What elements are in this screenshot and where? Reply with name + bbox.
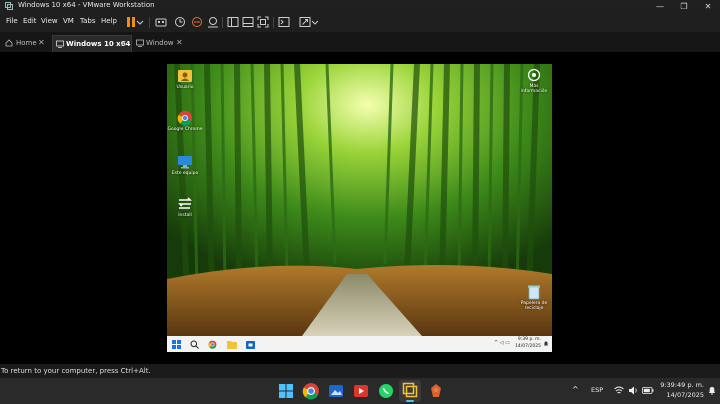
media-player-icon[interactable]: [352, 382, 370, 400]
vmware-taskbar-active[interactable]: [399, 380, 421, 402]
wifi-icon[interactable]: [614, 386, 624, 395]
console-view-icon[interactable]: [278, 16, 290, 28]
show-library-icon[interactable]: [227, 16, 239, 28]
chevron-down-icon[interactable]: [136, 16, 144, 28]
vm-icon: [136, 39, 144, 47]
start-icon[interactable]: [172, 340, 181, 349]
minimize-button[interactable]: —: [648, 0, 672, 13]
guest-tray-icons[interactable]: ^ ◁ ▭: [494, 340, 510, 346]
battery-icon[interactable]: [642, 386, 654, 395]
snapshot-icon[interactable]: [174, 16, 186, 28]
file-explorer-icon[interactable]: [227, 340, 237, 349]
vmware-icon: [402, 382, 418, 398]
status-bar: To return to your computer, press Ctrl+A…: [0, 364, 720, 378]
tab-window[interactable]: Window ✕: [134, 35, 186, 51]
window-title-bar: Windows 10 x64 - VMware Workstation — ❐ …: [0, 0, 720, 13]
install-icon: [178, 197, 192, 209]
whatsapp-icon[interactable]: [377, 382, 395, 400]
vmware-app-icon: [5, 2, 13, 10]
close-tab-icon[interactable]: ✕: [38, 35, 45, 51]
tab-windows-10-x64[interactable]: Windows 10 x64 ✕: [52, 35, 132, 52]
close-button[interactable]: ✕: [696, 0, 720, 13]
computer-icon: [178, 156, 192, 169]
guest-clock-date[interactable]: 14/07/2025: [515, 344, 541, 349]
search-icon[interactable]: [190, 340, 199, 349]
host-clock-date[interactable]: 14/07/2025: [658, 391, 704, 399]
thumbnail-bar-icon[interactable]: [242, 16, 254, 28]
tab-home[interactable]: Home ✕: [3, 35, 49, 51]
menu-file[interactable]: File: [6, 17, 18, 25]
host-taskbar: ^ ESP 9:39:49 p. m. 14/07/2025: [0, 378, 720, 404]
close-tab-icon[interactable]: ✕: [176, 35, 183, 51]
volume-icon[interactable]: [628, 386, 638, 395]
app-icon[interactable]: [427, 382, 445, 400]
chrome-icon[interactable]: [208, 340, 217, 349]
chevron-down-icon[interactable]: [311, 16, 319, 28]
vm-icon: [56, 40, 64, 48]
start-icon[interactable]: [277, 382, 295, 400]
revert-snapshot-icon[interactable]: [191, 16, 203, 28]
window-title: Windows 10 x64 - VMware Workstation: [18, 1, 155, 9]
chevron-up-icon[interactable]: ^: [572, 385, 579, 394]
maximize-button[interactable]: ❐: [672, 0, 696, 13]
close-tab-icon[interactable]: ✕: [120, 36, 127, 52]
full-screen-icon[interactable]: [257, 16, 269, 28]
guest-clock-time[interactable]: 9:39 p. m.: [515, 337, 541, 342]
store-icon[interactable]: [246, 340, 255, 349]
bamboo-forest-wallpaper: [167, 64, 552, 336]
snapshot-manager-icon[interactable]: [207, 16, 219, 28]
menu-view[interactable]: View: [41, 17, 58, 25]
status-text: To return to your computer, press Ctrl+A…: [1, 367, 151, 375]
menu-tabs[interactable]: Tabs: [80, 17, 96, 25]
tab-window-label: Window: [146, 39, 174, 47]
chrome-icon[interactable]: [302, 382, 320, 400]
language-indicator[interactable]: ESP: [591, 386, 603, 394]
photos-app-icon[interactable]: [327, 382, 345, 400]
home-icon: [5, 39, 13, 47]
guest-desktop[interactable]: Usuario Google Chrome Este equipo Instal…: [167, 64, 552, 352]
user-folder-icon: [178, 70, 192, 82]
chrome-icon: [177, 111, 192, 126]
send-ctrl-alt-del-icon[interactable]: [155, 16, 167, 28]
menu-bar: File Edit View VM Tabs Help: [0, 13, 720, 32]
menu-edit[interactable]: Edit: [23, 17, 37, 25]
menu-help[interactable]: Help: [101, 17, 117, 25]
stretch-guest-icon[interactable]: [299, 16, 311, 28]
tab-bar: Home ✕ Windows 10 x64 ✕ Window ✕: [0, 32, 720, 52]
host-clock-time[interactable]: 9:39:49 p. m.: [658, 381, 704, 389]
menu-vm[interactable]: VM: [63, 17, 74, 25]
guest-taskbar: ^ ◁ ▭ 9:39 p. m. 14/07/2025: [167, 336, 552, 352]
notification-bell-icon[interactable]: [543, 341, 549, 347]
info-camera-icon: [527, 68, 541, 82]
tab-home-label: Home: [16, 39, 37, 47]
notification-bell-icon[interactable]: [708, 386, 716, 395]
recycle-bin-icon: [528, 285, 540, 300]
